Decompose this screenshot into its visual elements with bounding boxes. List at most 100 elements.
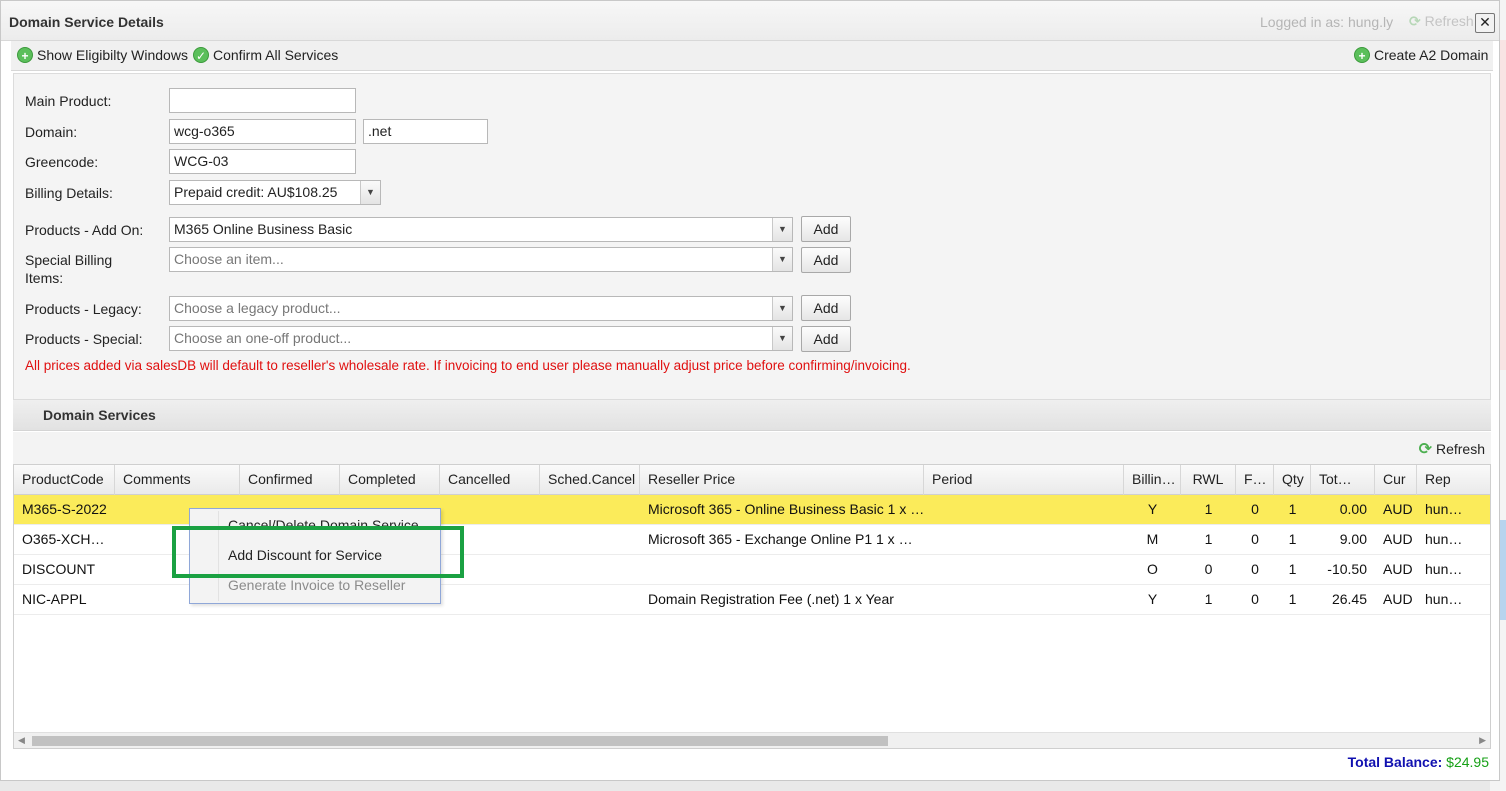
total-cell: 0.00: [1339, 501, 1367, 517]
special-billing-label-line2: Items:: [25, 270, 64, 286]
column-header[interactable]: Tot…: [1311, 465, 1375, 495]
f-cell: 0: [1251, 561, 1259, 577]
top-refresh-label: Refresh: [1424, 13, 1474, 29]
chevron-down-icon[interactable]: ▼: [772, 218, 792, 241]
refresh-icon: ⟳: [1418, 441, 1432, 458]
generate-invoice-menu-item[interactable]: Generate Invoice to Reseller: [228, 577, 405, 593]
special-billing-select[interactable]: Choose an item... ▼: [169, 247, 793, 272]
f-cell: 0: [1251, 531, 1259, 547]
show-eligibility-button[interactable]: + Show Eligibilty Windows: [17, 47, 188, 63]
column-header[interactable]: Rep: [1417, 465, 1490, 495]
column-header[interactable]: Qty: [1274, 465, 1311, 495]
column-header[interactable]: Billin…: [1124, 465, 1181, 495]
special-billing-label: Special Billing: [25, 252, 113, 268]
domain-services-title: Domain Services: [43, 407, 156, 423]
column-header[interactable]: Period: [924, 465, 1124, 495]
close-button[interactable]: ✕: [1475, 13, 1495, 33]
billing-details-select[interactable]: Prepaid credit: AU$108.25 ▼: [169, 180, 381, 205]
grid-refresh-label: Refresh: [1435, 441, 1485, 457]
domain-extension-input[interactable]: .net: [363, 119, 488, 144]
column-header[interactable]: Comments: [115, 465, 240, 495]
rwl-cell: 0: [1204, 561, 1213, 577]
chevron-down-icon[interactable]: ▼: [360, 181, 380, 204]
billing-cell: Y: [1147, 591, 1158, 607]
billing-details-value: Prepaid credit: AU$108.25: [174, 184, 338, 200]
product-code-cell: O365-XCH…: [22, 531, 105, 547]
grid-toolbar: ⟳ Refresh: [13, 432, 1491, 464]
legacy-select[interactable]: Choose a legacy product... ▼: [169, 296, 793, 321]
highlight-annotation: [172, 526, 464, 578]
qty-cell: 1: [1288, 561, 1297, 577]
domain-services-grid: ProductCode Comments Confirmed Completed…: [13, 464, 1491, 749]
rwl-cell: 1: [1204, 531, 1213, 547]
grid-refresh-button[interactable]: ⟳ Refresh: [1419, 439, 1485, 459]
horizontal-scrollbar[interactable]: ◀ ▶: [14, 732, 1490, 748]
total-balance-label: Total Balance:: [1347, 754, 1443, 770]
billing-cell: O: [1147, 561, 1158, 577]
add-special-button[interactable]: Add: [801, 326, 851, 352]
legacy-label: Products - Legacy:: [25, 301, 142, 317]
column-header[interactable]: Confirmed: [240, 465, 340, 495]
chevron-down-icon[interactable]: ▼: [772, 297, 792, 320]
special-label: Products - Special:: [25, 331, 143, 347]
pricing-warning: All prices added via salesDB will defaul…: [25, 358, 911, 373]
billing-cell: M: [1146, 531, 1159, 547]
domain-label: Domain:: [25, 124, 78, 140]
dialog-titlebar[interactable]: Domain Service Details Logged in as: hun…: [1, 1, 1499, 41]
chevron-down-icon[interactable]: ▼: [772, 327, 792, 350]
rep-cell: hun…: [1425, 531, 1463, 547]
billing-details-label: Billing Details:: [25, 185, 113, 201]
plus-circle-icon: +: [1354, 47, 1370, 63]
column-header[interactable]: Completed: [340, 465, 440, 495]
product-code-cell: M365-S-2022: [22, 501, 107, 517]
qty-cell: 1: [1288, 591, 1297, 607]
rep-cell: hun…: [1425, 561, 1463, 577]
chevron-down-icon[interactable]: ▼: [772, 248, 792, 271]
column-header[interactable]: RWL: [1181, 465, 1236, 495]
total-cell: -10.50: [1327, 561, 1367, 577]
add-special-billing-button[interactable]: Add: [801, 247, 851, 273]
logged-in-label: Logged in as: hung.ly: [1260, 14, 1394, 30]
greencode-label: Greencode:: [25, 154, 99, 170]
column-header[interactable]: Reseller Price: [640, 465, 924, 495]
domain-service-dialog: Domain Service Details Logged in as: hun…: [0, 0, 1500, 781]
column-header[interactable]: ProductCode: [14, 465, 115, 495]
qty-cell: 1: [1288, 531, 1297, 547]
scroll-left-icon[interactable]: ◀: [18, 735, 25, 746]
domain-services-header[interactable]: Domain Services: [13, 400, 1491, 431]
currency-cell: AUD: [1383, 561, 1413, 577]
special-placeholder: Choose an one-off product...: [174, 330, 352, 346]
dialog-toolbar: + Show Eligibilty Windows ✓ Confirm All …: [11, 41, 1493, 71]
f-cell: 0: [1251, 591, 1259, 607]
top-refresh-button[interactable]: ⟳ Refresh: [1409, 13, 1474, 30]
confirm-all-button[interactable]: ✓ Confirm All Services: [193, 47, 338, 63]
create-a2-domain-button[interactable]: + Create A2 Domain: [1354, 47, 1488, 63]
add-legacy-button[interactable]: Add: [801, 295, 851, 321]
scrollbar-thumb[interactable]: [32, 736, 888, 746]
column-header[interactable]: Cancelled: [440, 465, 540, 495]
total-balance: Total Balance: $24.95: [1348, 754, 1489, 770]
legacy-placeholder: Choose a legacy product...: [174, 300, 341, 316]
addon-label: Products - Add On:: [25, 222, 144, 238]
domain-input[interactable]: wcg-o365: [169, 119, 356, 144]
special-select[interactable]: Choose an one-off product... ▼: [169, 326, 793, 351]
reseller-price-cell: Microsoft 365 - Online Business Basic 1 …: [648, 501, 924, 517]
product-code-cell: DISCOUNT: [22, 561, 96, 577]
total-cell: 9.00: [1339, 531, 1367, 547]
grid-footer: Total Balance: $24.95: [13, 750, 1491, 774]
column-header[interactable]: Sched.Cancel: [540, 465, 640, 495]
scroll-right-icon[interactable]: ▶: [1479, 735, 1486, 746]
column-header[interactable]: Cur: [1375, 465, 1417, 495]
grid-header-row: ProductCode Comments Confirmed Completed…: [14, 465, 1490, 495]
dialog-title: Domain Service Details: [9, 14, 164, 30]
main-product-input[interactable]: [169, 88, 356, 113]
check-circle-icon: ✓: [193, 47, 209, 63]
addon-select[interactable]: M365 Online Business Basic ▼: [169, 217, 793, 242]
column-header[interactable]: F…: [1236, 465, 1274, 495]
add-addon-button[interactable]: Add: [801, 216, 851, 242]
refresh-icon: ⟳: [1409, 13, 1421, 29]
total-cell: 26.45: [1331, 591, 1367, 607]
qty-cell: 1: [1288, 501, 1297, 517]
total-balance-value: $24.95: [1446, 754, 1489, 770]
greencode-input[interactable]: WCG-03: [169, 149, 356, 174]
